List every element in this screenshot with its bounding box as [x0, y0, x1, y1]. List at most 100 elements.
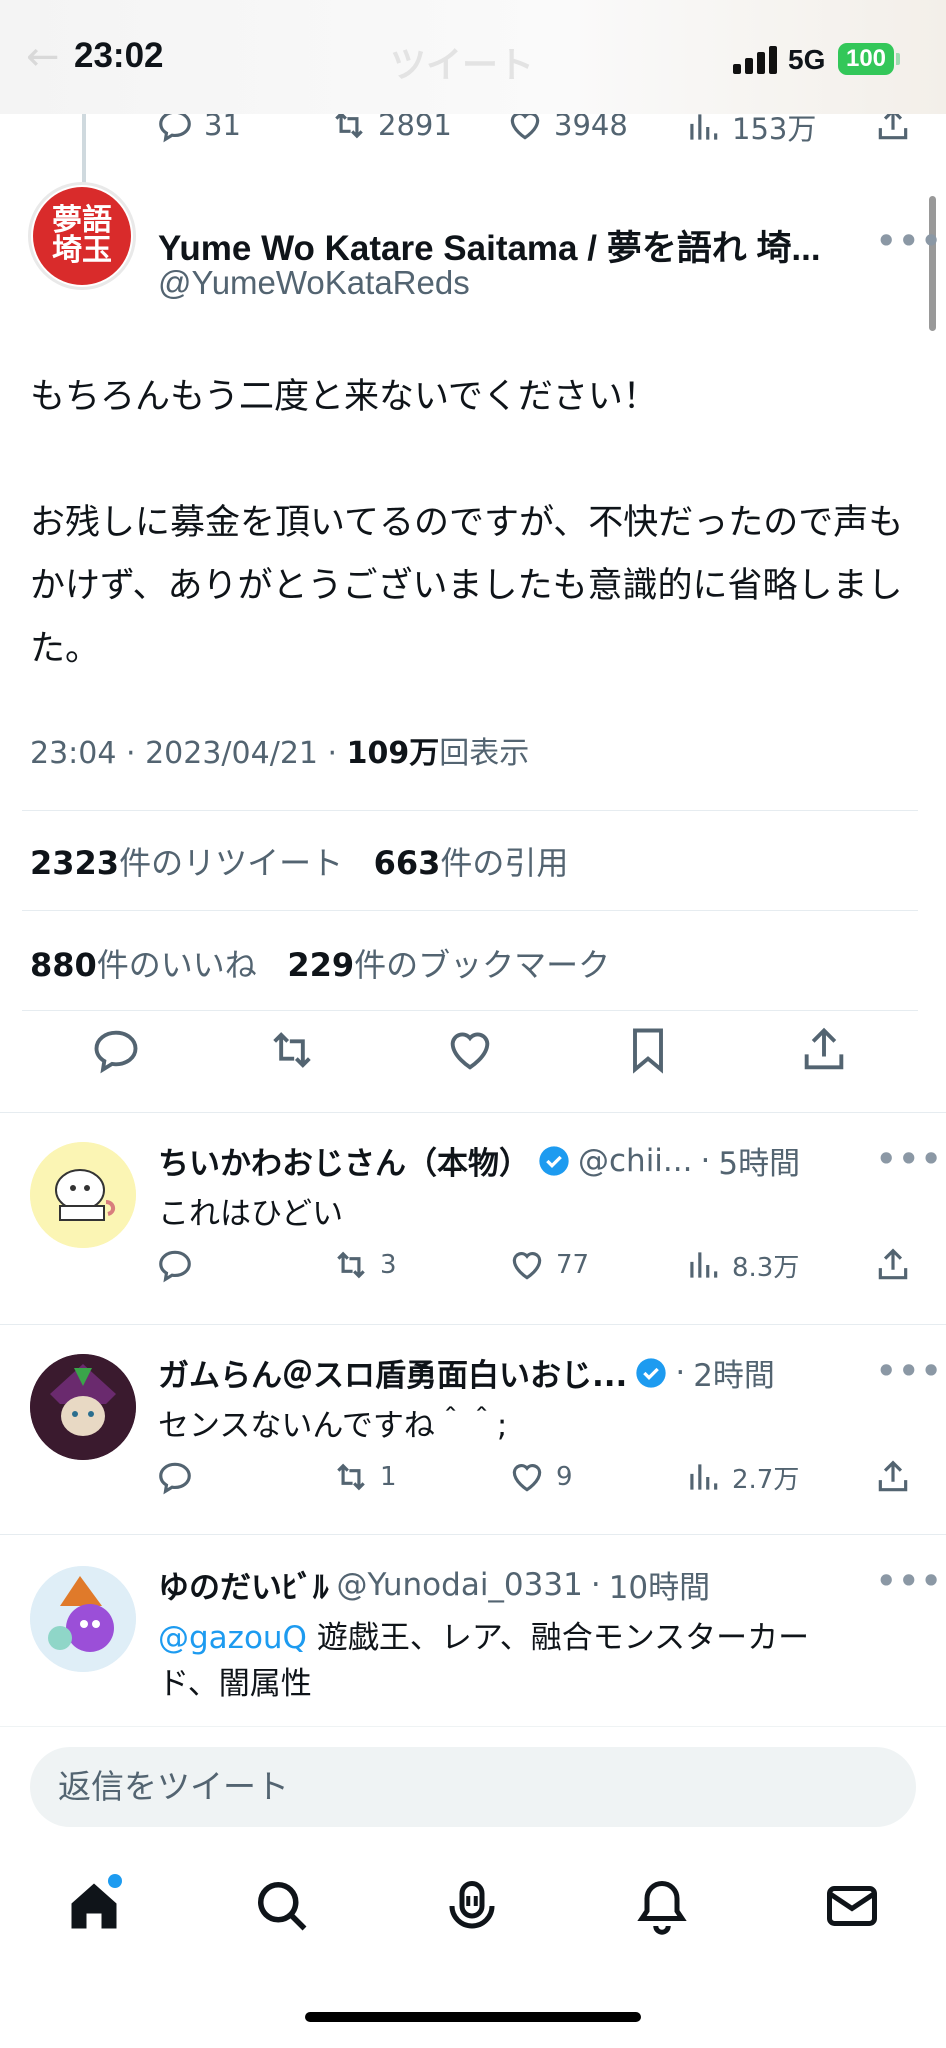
status-bar: ← ツイート 23:02 5G 100: [0, 0, 946, 114]
retweet-icon: [273, 1032, 311, 1068]
like-label: 件のいいね: [96, 946, 257, 984]
avatar[interactable]: [30, 1142, 136, 1248]
tweet-action-bar: [0, 1024, 946, 1094]
reply-author-name[interactable]: ゆのだいﾋﾞﾙ: [158, 1562, 329, 1607]
reply-text: これはひどい: [158, 1196, 344, 1232]
view-count: 2.7万: [732, 1464, 800, 1495]
bookmark-label: 件のブックマーク: [354, 946, 611, 984]
retweet-label: 件のリツイート: [119, 844, 344, 882]
avatar[interactable]: 夢語 埼玉: [28, 182, 136, 290]
views-button[interactable]: 8.3万: [684, 1246, 799, 1284]
retweet-count: 1: [380, 1462, 397, 1492]
home-indicator: [305, 2012, 641, 2022]
views-button[interactable]: 2.7万: [684, 1458, 799, 1496]
divider: [22, 810, 918, 811]
divider: [0, 1112, 946, 1113]
divider: [22, 910, 918, 911]
mention-link[interactable]: @gazouQ: [158, 1620, 307, 1656]
like-button[interactable]: [444, 1024, 500, 1080]
reply-author-handle[interactable]: @chii...: [578, 1143, 692, 1179]
tweet-views-label: 回表示: [439, 736, 530, 771]
reply-icon: [159, 1462, 191, 1495]
avatar[interactable]: [30, 1566, 136, 1672]
reply-button[interactable]: [156, 1246, 194, 1284]
reply-text: センスないんですね＾＾;: [158, 1408, 508, 1444]
reply-time: 5時間: [718, 1146, 801, 1182]
tweet-meta: 23:04 · 2023/04/21 · 109万回表示: [30, 736, 530, 771]
share-button[interactable]: [874, 1458, 912, 1496]
tab-search[interactable]: [252, 1876, 312, 1936]
bottom-tab-bar: [0, 1836, 946, 1976]
back-arrow-icon[interactable]: ←: [26, 34, 60, 80]
reply-button[interactable]: [90, 1024, 146, 1080]
heart-icon: [512, 1464, 542, 1492]
bookmark-total: 229: [287, 946, 355, 984]
reply-input[interactable]: 返信をツイート: [30, 1747, 916, 1827]
more-options-icon[interactable]: •••: [876, 222, 943, 260]
like-button[interactable]: 77: [508, 1246, 589, 1284]
retweet-icon: [337, 1463, 365, 1491]
reply-author-name[interactable]: ちいかわおじさん（本物）: [158, 1138, 530, 1183]
author-handle[interactable]: @YumeWoKataReds: [158, 264, 470, 302]
divider: [0, 1534, 946, 1535]
tab-notifications[interactable]: [632, 1876, 692, 1936]
like-button[interactable]: 9: [508, 1458, 573, 1496]
retweet-button[interactable]: [266, 1024, 322, 1080]
avatar-illustration: [30, 1354, 136, 1460]
divider: [22, 1010, 918, 1011]
reply-header: ちいかわおじさん（本物） @chii... · 5時間: [158, 1138, 800, 1183]
avatar[interactable]: [30, 1354, 136, 1460]
like-stats[interactable]: 880件のいいね 229件のブックマーク: [30, 940, 610, 986]
reply-time: 2時間: [693, 1358, 775, 1394]
more-options-icon[interactable]: •••: [876, 1140, 943, 1178]
reply-text-line: ド、闇属性: [158, 1666, 312, 1702]
reply-author-name[interactable]: ガムらん＠スロ盾勇面白いおじ...: [158, 1350, 627, 1395]
like-count: 77: [556, 1250, 590, 1280]
network-type: 5G: [788, 44, 826, 75]
verified-badge-icon: [636, 1357, 666, 1388]
spaces-icon: [449, 1881, 495, 1929]
messages-icon: [827, 1886, 877, 1926]
share-icon: [878, 1460, 908, 1492]
more-options-icon[interactable]: •••: [876, 1352, 943, 1390]
tweet-date: 2023/04/21: [145, 736, 318, 771]
signal-icon: [733, 46, 777, 74]
retweet-stats[interactable]: 2323件のリツイート 663件の引用: [30, 838, 568, 884]
reply-time: 10時間: [608, 1570, 711, 1606]
heart-icon: [450, 1032, 490, 1070]
retweet-count: 3: [380, 1250, 397, 1280]
bookmark-button[interactable]: [622, 1024, 678, 1080]
bookmark-icon: [633, 1028, 663, 1074]
reply-header: ガムらん＠スロ盾勇面白いおじ... · 2時間: [158, 1350, 775, 1395]
retweet-button[interactable]: 1: [332, 1458, 397, 1496]
reply-icon: [94, 1030, 138, 1074]
tweet-time: 23:04: [30, 736, 117, 771]
notifications-icon: [637, 1880, 687, 1935]
like-count: 9: [556, 1462, 573, 1492]
reply-icon: [159, 1250, 191, 1283]
reply-text: @gazouQ 遊戯王、レア、融合モンスターカー: [158, 1612, 809, 1657]
share-button[interactable]: [798, 1024, 854, 1080]
search-icon: [258, 1882, 307, 1931]
reply-button[interactable]: [156, 1458, 194, 1496]
battery-icon: 100: [838, 43, 900, 75]
more-options-icon[interactable]: •••: [876, 1562, 943, 1600]
tab-messages[interactable]: [822, 1876, 882, 1936]
reply-actions: 1 9 2.7万: [0, 1458, 946, 1502]
share-icon: [804, 1027, 844, 1070]
tweet-text: もちろんもう二度と来ないでください！ お残しに募金を頂いてるのですが、不快だった…: [30, 377, 904, 669]
reply-author-handle[interactable]: @Yunodai_0331: [337, 1567, 583, 1603]
quote-label: 件の引用: [440, 844, 569, 882]
tab-spaces[interactable]: [442, 1876, 502, 1936]
retweet-button[interactable]: 3: [332, 1246, 397, 1284]
reply-actions: 3 77 8.3万: [0, 1246, 946, 1290]
view-count: 8.3万: [732, 1252, 800, 1283]
reply-compose-bar: 返信をツイート: [0, 1726, 946, 1837]
share-icon: [878, 1248, 908, 1280]
avatar-logo: 夢語 埼玉: [33, 187, 131, 285]
header-title: ツイート: [390, 45, 535, 86]
share-button[interactable]: [874, 1246, 912, 1284]
verified-badge-icon: [539, 1145, 569, 1176]
heart-icon: [512, 1252, 542, 1280]
scrollbar[interactable]: [929, 196, 936, 331]
